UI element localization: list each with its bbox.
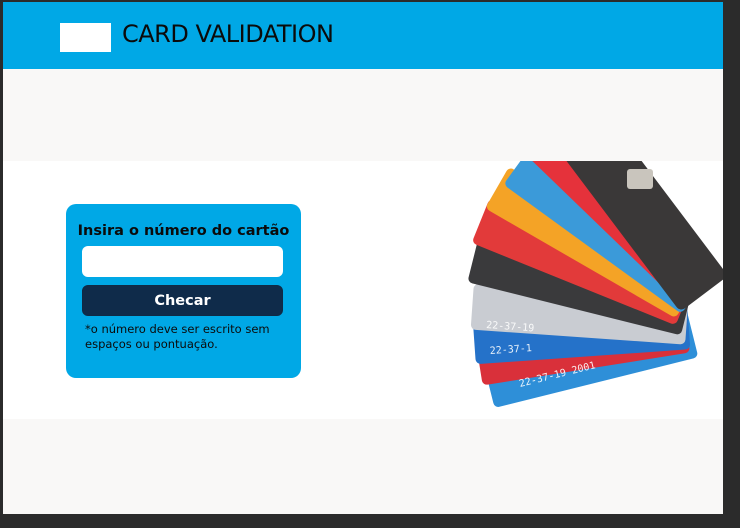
logo-placeholder [60,23,111,52]
brand-title: CARD VALIDATION [122,20,334,48]
header-bar: CARD VALIDATION [3,2,723,69]
card-number-input[interactable] [82,246,283,277]
input-hint: *o número deve ser escrito sem espaços o… [85,322,270,351]
page: CARD VALIDATION Insira o número do cartã… [3,2,723,514]
credit-cards-fan-image: 22-37-19 22-37-1 22-37-19 2001 [468,161,723,407]
card-validation-form: Insira o número do cartão Checar *o núme… [66,204,301,378]
form-title: Insira o número do cartão [77,223,290,239]
check-button[interactable]: Checar [82,285,283,316]
